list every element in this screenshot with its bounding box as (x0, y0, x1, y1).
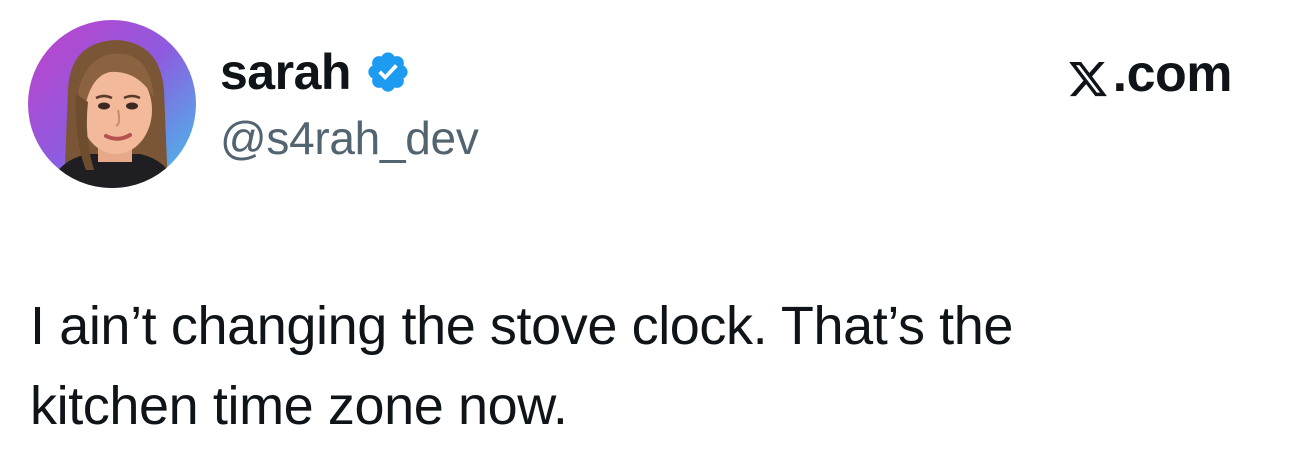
verified-badge-icon (365, 49, 411, 95)
author-avatar[interactable] (28, 20, 196, 188)
tweet-card: sarah @s4rah_dev .com I ain’t changing t… (0, 0, 1290, 456)
author-name[interactable]: sarah (220, 47, 351, 97)
tweet-text-line: I ain’t changing the stove clock. That’s… (30, 296, 1014, 356)
tweet-text-line: kitchen time zone now. (30, 376, 568, 436)
avatar-image (28, 20, 196, 188)
site-label[interactable]: .com (1067, 45, 1233, 103)
site-suffix: .com (1112, 45, 1233, 103)
x-logo-icon (1067, 53, 1109, 97)
author-handle[interactable]: @s4rah_dev (220, 115, 479, 161)
tweet-text: I ain’t changing the stove clock. That’s… (30, 286, 1260, 446)
author-name-row: sarah (220, 40, 411, 104)
